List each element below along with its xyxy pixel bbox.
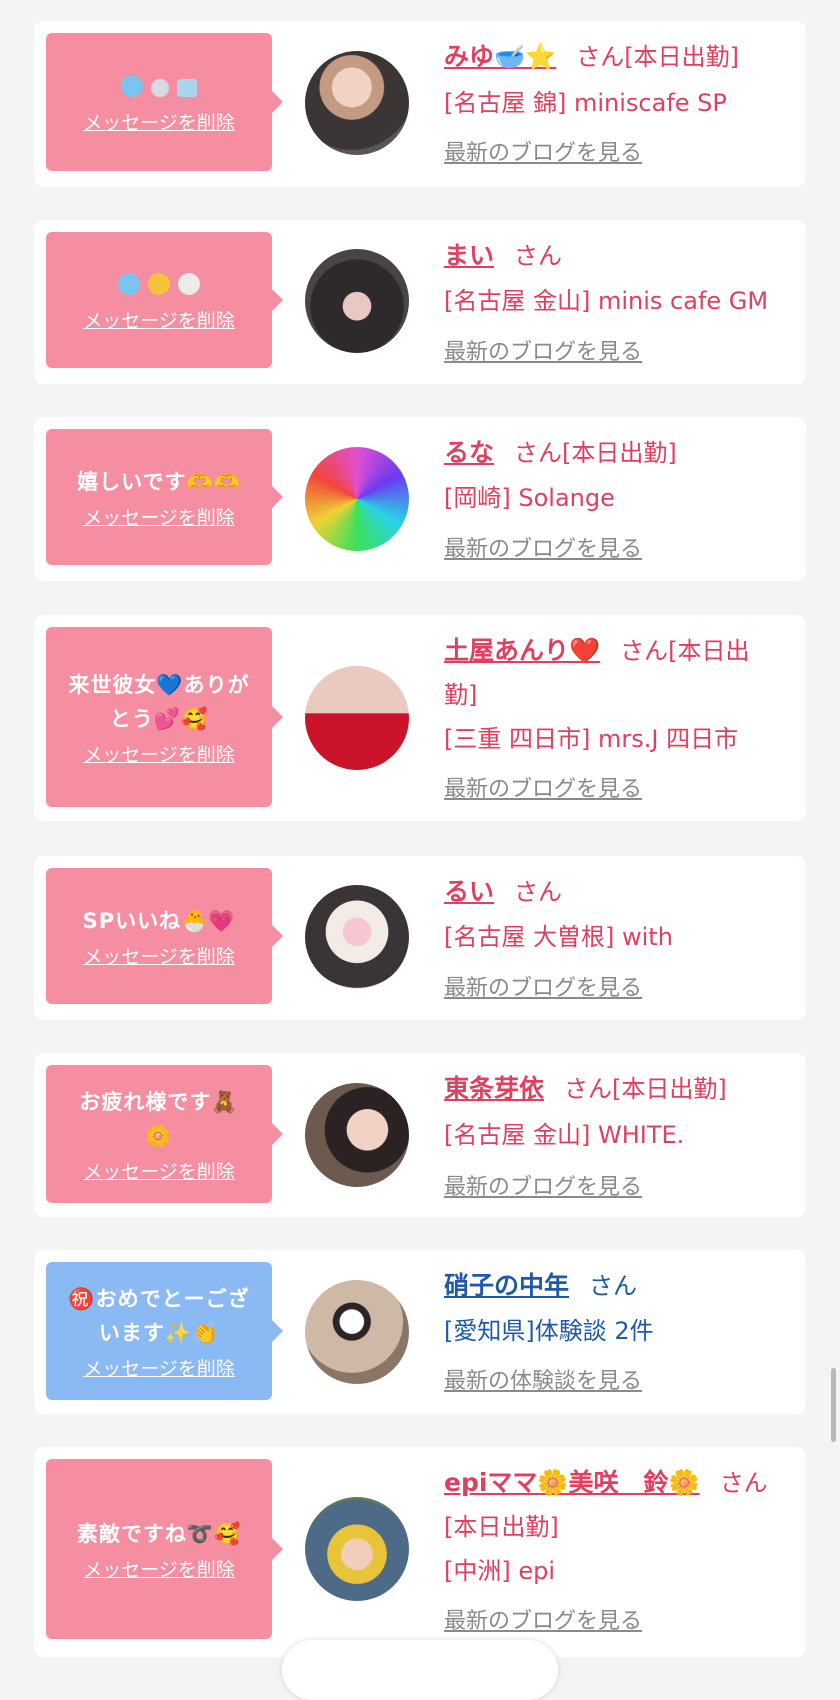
- delete-message-link[interactable]: メッセージを削除: [83, 942, 235, 969]
- honorific: さん: [514, 242, 563, 270]
- message-emoji: [117, 268, 201, 302]
- message-card: 来世彼女💙ありが とう💕🥰 メッセージを削除 土屋あんり❤️ さん[本日出 勤] …: [34, 615, 806, 821]
- attendance-status-cont: 勤]: [444, 681, 478, 709]
- shop-area: [名古屋 大曽根] with: [444, 923, 673, 951]
- message-bubble: 素敵ですね➰🥰 メッセージを削除: [46, 1459, 283, 1639]
- attendance-status: [本日出: [668, 637, 750, 665]
- girl-name-link[interactable]: るい: [444, 877, 494, 906]
- girl-name-link[interactable]: epiママ🌼美咲 鈴🌼: [444, 1468, 700, 1497]
- delete-message-link[interactable]: メッセージを削除: [83, 1555, 235, 1582]
- message-card: メッセージを削除 みゆ🥣⭐ さん[本日出勤] [名古屋 錦] miniscafe …: [34, 21, 806, 187]
- message-text-line-2: とう💕🥰: [109, 706, 209, 731]
- girl-name-link[interactable]: みゆ🥣⭐: [444, 42, 556, 71]
- message-text: 素敵ですね➰🥰: [76, 1521, 242, 1546]
- latest-blog-link[interactable]: 最新のブログを見る: [444, 1169, 642, 1201]
- girl-name-link[interactable]: 東条芽依: [444, 1074, 544, 1103]
- avatar[interactable]: [305, 666, 409, 770]
- message-text-line-1: 来世彼女💙ありが: [68, 672, 250, 697]
- girl-name-link[interactable]: まい: [444, 241, 494, 270]
- message-bubble: SPいいね🐣💗 メッセージを削除: [46, 868, 283, 1004]
- message-card: SPいいね🐣💗 メッセージを削除 るい さん [名古屋 大曽根] with 最新の…: [34, 856, 806, 1020]
- message-emoji: [120, 70, 198, 104]
- message-bubble: お疲れ様です🧸 🌼 メッセージを削除: [46, 1065, 283, 1203]
- floating-nav-bar[interactable]: [282, 1640, 558, 1700]
- latest-blog-link[interactable]: 最新のブログを見る: [444, 970, 642, 1002]
- shop-area: [中洲] epi: [444, 1557, 556, 1585]
- message-text-line-2: 🌼: [145, 1123, 173, 1148]
- scrollbar[interactable]: [831, 1368, 836, 1442]
- latest-review-link[interactable]: 最新の体験談を見る: [444, 1363, 642, 1395]
- shop-area: [岡崎] Solange: [444, 484, 615, 512]
- message-text: 嬉しいです🫶🫶: [77, 469, 241, 494]
- avatar[interactable]: [305, 1083, 409, 1187]
- avatar[interactable]: [305, 51, 409, 155]
- honorific: さん: [576, 43, 625, 71]
- attendance-status: [本日出勤]: [562, 439, 677, 467]
- delete-message-link[interactable]: メッセージを削除: [83, 1157, 235, 1184]
- message-text-line-1: ㊗️おめでとーござ: [68, 1286, 250, 1311]
- user-name-link[interactable]: 硝子の中年: [444, 1271, 569, 1300]
- shop-area: [名古屋 金山] minis cafe GM: [444, 287, 769, 315]
- message-card: 素敵ですね➰🥰 メッセージを削除 epiママ🌼美咲 鈴🌼 さん [本日出勤] [中…: [34, 1447, 806, 1657]
- message-bubble: メッセージを削除: [46, 232, 283, 368]
- girl-name-link[interactable]: 土屋あんり❤️: [444, 636, 600, 665]
- shop-area: [名古屋 錦] miniscafe SP: [444, 89, 727, 117]
- honorific: さん: [719, 1469, 768, 1497]
- message-card: お疲れ様です🧸 🌼 メッセージを削除 東条芽依 さん[本日出勤] [名古屋 金山]…: [34, 1053, 806, 1217]
- message-card: ㊗️おめでとーござ います✨👏 メッセージを削除 硝子の中年 さん [愛知県]体験…: [34, 1250, 806, 1414]
- girl-name-link[interactable]: るな: [444, 438, 494, 467]
- shop-area: [名古屋 金山] WHITE.: [444, 1121, 685, 1149]
- honorific: さん: [514, 439, 563, 467]
- latest-blog-link[interactable]: 最新のブログを見る: [444, 771, 642, 803]
- delete-message-link[interactable]: メッセージを削除: [83, 740, 235, 767]
- shop-area: [三重 四日市] mrs.J 四日市: [444, 725, 739, 753]
- message-text-line-2: います✨👏: [98, 1320, 220, 1345]
- honorific: さん: [589, 1272, 638, 1300]
- message-bubble: 嬉しいです🫶🫶 メッセージを削除: [46, 429, 283, 565]
- latest-blog-link[interactable]: 最新のブログを見る: [444, 135, 642, 167]
- honorific: さん: [564, 1075, 613, 1103]
- honorific: さん: [514, 878, 563, 906]
- avatar[interactable]: [305, 1280, 409, 1384]
- avatar[interactable]: [305, 447, 409, 551]
- message-text-line-1: お疲れ様です🧸: [79, 1089, 239, 1114]
- attendance-status: [本日出勤]: [624, 43, 739, 71]
- review-count: [愛知県]体験談 2件: [444, 1317, 654, 1345]
- honorific: さん: [620, 637, 669, 665]
- delete-message-link[interactable]: メッセージを削除: [83, 503, 235, 530]
- message-bubble: ㊗️おめでとーござ います✨👏 メッセージを削除: [46, 1262, 283, 1400]
- message-bubble: 来世彼女💙ありが とう💕🥰 メッセージを削除: [46, 627, 283, 807]
- message-card: メッセージを削除 まい さん [名古屋 金山] minis cafe GM 最新の…: [34, 220, 806, 384]
- message-card: 嬉しいです🫶🫶 メッセージを削除 るな さん[本日出勤] [岡崎] Solange…: [34, 417, 806, 581]
- delete-message-link[interactable]: メッセージを削除: [83, 108, 235, 135]
- latest-blog-link[interactable]: 最新のブログを見る: [444, 531, 642, 563]
- delete-message-link[interactable]: メッセージを削除: [83, 306, 235, 333]
- avatar[interactable]: [305, 249, 409, 353]
- avatar[interactable]: [305, 1497, 409, 1601]
- delete-message-link[interactable]: メッセージを削除: [83, 1354, 235, 1381]
- latest-blog-link[interactable]: 最新のブログを見る: [444, 334, 642, 366]
- latest-blog-link[interactable]: 最新のブログを見る: [444, 1603, 642, 1635]
- avatar[interactable]: [305, 885, 409, 989]
- message-bubble: メッセージを削除: [46, 33, 283, 171]
- message-text: SPいいね🐣💗: [82, 908, 236, 933]
- attendance-status: [本日出勤]: [612, 1075, 727, 1103]
- attendance-status: [本日出勤]: [444, 1513, 559, 1541]
